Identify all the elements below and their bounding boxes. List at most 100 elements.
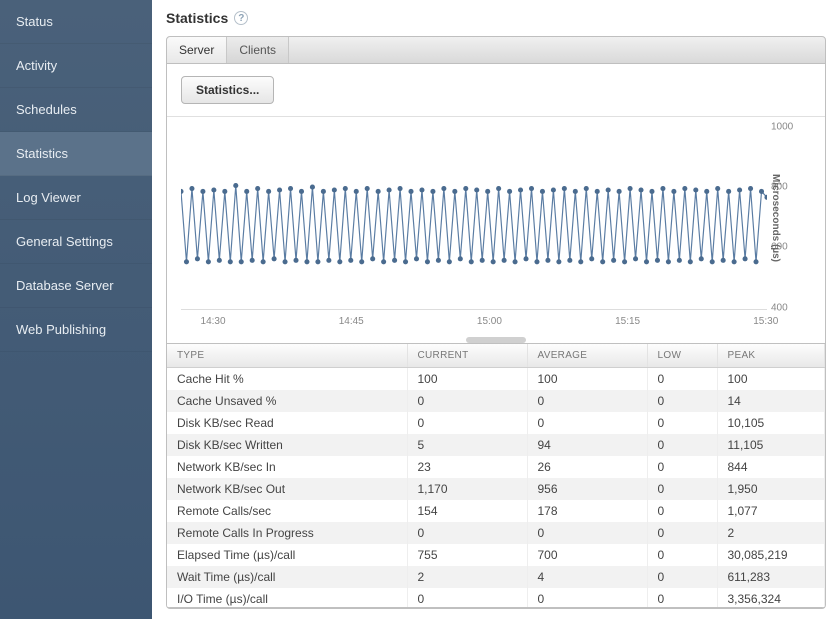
tab-clients[interactable]: Clients (227, 37, 289, 63)
cell-low: 0 (647, 434, 717, 456)
cell-peak: 11,105 (717, 434, 825, 456)
cell-current: 0 (407, 588, 527, 609)
sidebar-item-log-viewer[interactable]: Log Viewer (0, 176, 152, 220)
help-icon[interactable]: ? (234, 11, 248, 25)
cell-peak: 30,085,219 (717, 544, 825, 566)
cell-average: 700 (527, 544, 647, 566)
cell-peak: 14 (717, 390, 825, 412)
cell-current: 0 (407, 522, 527, 544)
col-header-low[interactable]: LOW (647, 344, 717, 368)
tab-label: Clients (239, 43, 276, 57)
cell-type: Wait Time (µs)/call (167, 566, 407, 588)
cell-peak: 2 (717, 522, 825, 544)
sidebar-item-label: General Settings (16, 234, 113, 249)
sidebar-item-activity[interactable]: Activity (0, 44, 152, 88)
table-row[interactable]: Remote Calls In Progress0002 (167, 522, 825, 544)
x-tick: 15:30 (753, 316, 778, 327)
cell-current: 23 (407, 456, 527, 478)
table-row[interactable]: Network KB/sec Out1,17095601,950 (167, 478, 825, 500)
page-title: Statistics ? (166, 10, 826, 26)
page-title-text: Statistics (166, 10, 228, 26)
cell-low: 0 (647, 456, 717, 478)
y-axis-label: Microseconds (µs) (770, 174, 781, 262)
table-row[interactable]: Cache Hit %1001000100 (167, 367, 825, 390)
sidebar-item-label: Activity (16, 58, 57, 73)
cell-peak: 1,077 (717, 500, 825, 522)
statistics-button[interactable]: Statistics... (181, 76, 274, 104)
chart-x-axis: 14:30 14:45 15:00 15:15 15:30 (167, 310, 825, 335)
col-header-type[interactable]: TYPE (167, 344, 407, 368)
cell-low: 0 (647, 478, 717, 500)
cell-low: 0 (647, 588, 717, 609)
cell-average: 94 (527, 434, 647, 456)
cell-type: Cache Hit % (167, 367, 407, 390)
sidebar-item-database-server[interactable]: Database Server (0, 264, 152, 308)
cell-peak: 1,950 (717, 478, 825, 500)
col-header-peak[interactable]: PEAK (717, 344, 825, 368)
cell-average: 4 (527, 566, 647, 588)
cell-current: 5 (407, 434, 527, 456)
col-header-average[interactable]: AVERAGE (527, 344, 647, 368)
table-row[interactable]: Elapsed Time (µs)/call755700030,085,219 (167, 544, 825, 566)
cell-peak: 3,356,324 (717, 588, 825, 609)
cell-type: Cache Unsaved % (167, 390, 407, 412)
x-tick: 15:15 (615, 316, 640, 327)
table-row[interactable]: Disk KB/sec Written594011,105 (167, 434, 825, 456)
sidebar-item-label: Statistics (16, 146, 68, 161)
sidebar-item-schedules[interactable]: Schedules (0, 88, 152, 132)
cell-average: 0 (527, 412, 647, 434)
sidebar-item-general-settings[interactable]: General Settings (0, 220, 152, 264)
sidebar-item-status[interactable]: Status (0, 0, 152, 44)
table-row[interactable]: Wait Time (µs)/call240611,283 (167, 566, 825, 588)
cell-average: 0 (527, 522, 647, 544)
cell-type: Remote Calls/sec (167, 500, 407, 522)
y-tick: 1000 (771, 122, 793, 133)
x-tick: 14:45 (339, 316, 364, 327)
sidebar: Status Activity Schedules Statistics Log… (0, 0, 152, 619)
cell-current: 2 (407, 566, 527, 588)
cell-low: 0 (647, 500, 717, 522)
button-label: Statistics... (196, 83, 259, 97)
cell-current: 755 (407, 544, 527, 566)
cell-type: Network KB/sec In (167, 456, 407, 478)
x-tick: 14:30 (201, 316, 226, 327)
table-row[interactable]: Cache Unsaved %00014 (167, 390, 825, 412)
cell-low: 0 (647, 522, 717, 544)
cell-current: 100 (407, 367, 527, 390)
x-tick: 15:00 (477, 316, 502, 327)
table-row[interactable]: I/O Time (µs)/call0003,356,324 (167, 588, 825, 609)
cell-low: 0 (647, 367, 717, 390)
tab-bar: Server Clients (166, 36, 826, 64)
cell-low: 0 (647, 390, 717, 412)
table-row[interactable]: Network KB/sec In23260844 (167, 456, 825, 478)
cell-type: Disk KB/sec Written (167, 434, 407, 456)
cell-low: 0 (647, 412, 717, 434)
cell-type: Remote Calls In Progress (167, 522, 407, 544)
sidebar-item-label: Database Server (16, 278, 114, 293)
stats-table: TYPE CURRENT AVERAGE LOW PEAK Cache Hit … (167, 344, 825, 609)
cell-type: Elapsed Time (µs)/call (167, 544, 407, 566)
chart-body[interactable] (181, 127, 767, 310)
cell-average: 26 (527, 456, 647, 478)
sidebar-item-label: Web Publishing (16, 322, 106, 337)
sidebar-item-statistics[interactable]: Statistics (0, 132, 152, 176)
table-row[interactable]: Disk KB/sec Read00010,105 (167, 412, 825, 434)
tab-server[interactable]: Server (167, 37, 227, 63)
tab-label: Server (179, 43, 214, 57)
cell-current: 1,170 (407, 478, 527, 500)
sidebar-item-web-publishing[interactable]: Web Publishing (0, 308, 152, 352)
sidebar-item-label: Log Viewer (16, 190, 81, 205)
cell-low: 0 (647, 544, 717, 566)
stats-table-wrap: TYPE CURRENT AVERAGE LOW PEAK Cache Hit … (167, 343, 825, 609)
table-row[interactable]: Remote Calls/sec15417801,077 (167, 500, 825, 522)
cell-average: 956 (527, 478, 647, 500)
sidebar-item-label: Status (16, 14, 53, 29)
cell-type: Network KB/sec Out (167, 478, 407, 500)
table-header-row: TYPE CURRENT AVERAGE LOW PEAK (167, 344, 825, 368)
cell-peak: 611,283 (717, 566, 825, 588)
col-header-current[interactable]: CURRENT (407, 344, 527, 368)
sidebar-item-label: Schedules (16, 102, 77, 117)
stats-panel: Statistics... 1000 800 600 400 Microseco… (166, 64, 826, 609)
cell-current: 0 (407, 412, 527, 434)
cell-type: I/O Time (µs)/call (167, 588, 407, 609)
